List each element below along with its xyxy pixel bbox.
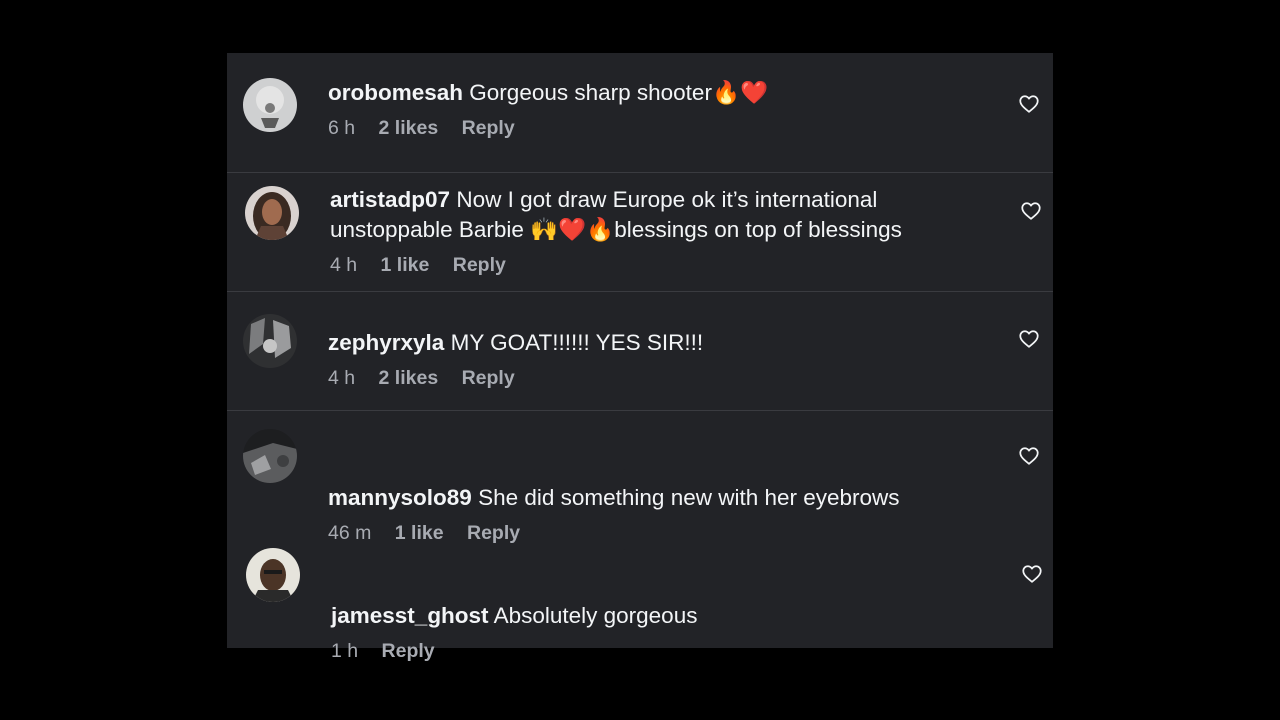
comments-panel: orobomesah Gorgeous sharp shooter🔥❤️ 6 h… [227,53,1053,662]
reply-button[interactable]: Reply [453,254,506,276]
heart-outline-icon[interactable] [1018,445,1040,467]
username[interactable]: jamesst_ghost [331,603,489,628]
comment-meta: 1 h Reply [331,640,973,663]
avatar[interactable] [243,429,297,483]
likes-count[interactable]: 2 likes [379,117,439,139]
comment-text: Absolutely gorgeous [493,603,698,628]
comment-text: She did something new with her eyebrows [478,485,900,510]
reply-button[interactable]: Reply [462,117,515,139]
comment-text: Gorgeous sharp shooter🔥❤️ [469,80,768,105]
likes-count[interactable]: 1 like [381,254,430,276]
comment-body: orobomesah Gorgeous sharp shooter🔥❤️ 6 h… [328,78,973,140]
timestamp: 4 h [330,254,358,276]
timestamp: 1 h [331,640,359,662]
avatar[interactable] [245,186,299,240]
heart-outline-icon[interactable] [1018,328,1040,350]
timestamp: 6 h [328,117,356,139]
username[interactable]: orobomesah [328,80,463,105]
comment-body: zephyrxyla MY GOAT!!!!!! YES SIR!!! 4 h … [328,328,973,390]
comment-item: zephyrxyla MY GOAT!!!!!! YES SIR!!! 4 h … [227,292,1053,410]
username[interactable]: zephyrxyla [328,330,444,355]
comment-meta: 4 h 1 like Reply [330,254,973,277]
heart-outline-icon[interactable] [1021,563,1043,585]
comment-meta: 6 h 2 likes Reply [328,117,973,140]
username[interactable]: artistadp07 [330,187,450,212]
avatar[interactable] [243,314,297,368]
avatar[interactable] [243,78,297,132]
comment-item: mannysolo89 She did something new with h… [227,411,1053,544]
likes-count[interactable]: 2 likes [379,367,439,389]
heart-outline-icon[interactable] [1018,93,1040,115]
comment-meta: 4 h 2 likes Reply [328,367,973,390]
reply-button[interactable]: Reply [382,640,435,662]
comment-body: jamesst_ghost Absolutely gorgeous 1 h Re… [331,601,973,663]
timestamp: 4 h [328,367,356,389]
comment-body: artistadp07 Now I got draw Europe ok it’… [330,185,973,277]
reply-button[interactable]: Reply [462,367,515,389]
avatar[interactable] [246,548,300,602]
comment-item: orobomesah Gorgeous sharp shooter🔥❤️ 6 h… [227,53,1053,172]
heart-outline-icon[interactable] [1020,200,1042,222]
comment-item: jamesst_ghost Absolutely gorgeous 1 h Re… [227,529,1053,662]
comment-text: MY GOAT!!!!!! YES SIR!!! [450,330,704,355]
comment-item: artistadp07 Now I got draw Europe ok it’… [227,173,1053,291]
username[interactable]: mannysolo89 [328,485,472,510]
